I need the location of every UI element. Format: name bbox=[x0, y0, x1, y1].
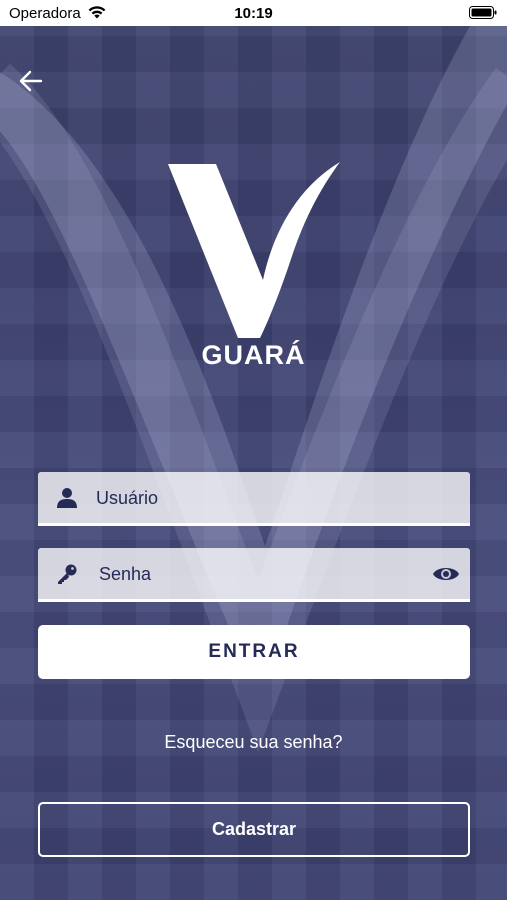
status-time: 10:19 bbox=[234, 5, 273, 22]
register-button[interactable]: Cadastrar bbox=[38, 802, 470, 857]
key-icon bbox=[58, 564, 77, 584]
user-icon bbox=[57, 488, 77, 508]
guara-logo-mark bbox=[168, 162, 340, 338]
arrow-left-icon bbox=[19, 70, 43, 92]
username-field[interactable] bbox=[38, 472, 470, 526]
status-bar: Operadora 10:19 bbox=[0, 0, 507, 26]
battery-icon bbox=[469, 6, 497, 19]
back-button[interactable] bbox=[14, 64, 48, 98]
password-input[interactable] bbox=[97, 548, 431, 601]
eye-icon[interactable] bbox=[432, 561, 460, 587]
brand-name: GUARÁ bbox=[201, 340, 306, 370]
password-field[interactable] bbox=[38, 548, 470, 602]
login-button[interactable]: ENTRAR bbox=[38, 625, 470, 679]
login-screen: GUARÁ ENTRAR Esqueceu sua senha? Cadastr… bbox=[0, 26, 507, 900]
forgot-password-link[interactable]: Esqueceu sua senha? bbox=[0, 732, 507, 753]
background-v-shape bbox=[0, 26, 507, 752]
username-input[interactable] bbox=[94, 472, 428, 525]
